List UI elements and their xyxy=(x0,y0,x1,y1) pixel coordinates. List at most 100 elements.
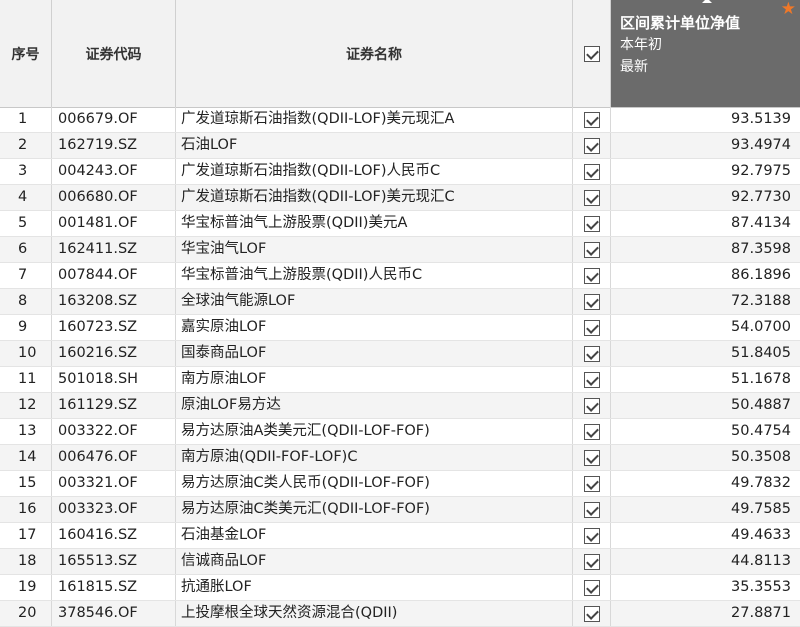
row-select-cell[interactable] xyxy=(573,523,611,548)
row-index[interactable]: 17 xyxy=(0,523,52,548)
row-value[interactable]: 92.7730 xyxy=(611,185,800,210)
checkbox-icon[interactable] xyxy=(583,111,600,128)
row-index[interactable]: 11 xyxy=(0,367,52,392)
checkbox-icon[interactable] xyxy=(583,345,600,362)
header-code[interactable]: 证券代码 xyxy=(52,0,176,107)
row-code[interactable]: 160216.SZ xyxy=(52,341,176,366)
checkbox-icon[interactable] xyxy=(583,371,600,388)
table-row[interactable]: 13 003322.OF 易方达原油A类美元汇(QDII-LOF-FOF) 50.47… xyxy=(0,419,800,445)
row-index[interactable]: 15 xyxy=(0,471,52,496)
row-value[interactable]: 86.1896 xyxy=(611,263,800,288)
row-index[interactable]: 20 xyxy=(0,601,52,626)
row-index[interactable]: 6 xyxy=(0,237,52,262)
row-code[interactable]: 006679.OF xyxy=(52,107,176,132)
row-index[interactable]: 7 xyxy=(0,263,52,288)
checkbox-icon[interactable] xyxy=(583,553,600,570)
table-row[interactable]: 19 161815.SZ 抗通胀LOF 35.3553 xyxy=(0,575,800,601)
row-value[interactable]: 72.3188 xyxy=(611,289,800,314)
checkbox-icon[interactable] xyxy=(583,45,600,62)
row-name[interactable]: 嘉实原油LOF xyxy=(176,315,573,340)
row-value[interactable]: 49.4633 xyxy=(611,523,800,548)
row-index[interactable]: 13 xyxy=(0,419,52,444)
row-index[interactable]: 19 xyxy=(0,575,52,600)
row-code[interactable]: 007844.OF xyxy=(52,263,176,288)
row-code[interactable]: 160723.SZ xyxy=(52,315,176,340)
checkbox-icon[interactable] xyxy=(583,319,600,336)
checkbox-icon[interactable] xyxy=(583,397,600,414)
row-value[interactable]: 51.8405 xyxy=(611,341,800,366)
checkbox-icon[interactable] xyxy=(583,527,600,544)
row-index[interactable]: 16 xyxy=(0,497,52,522)
row-index[interactable]: 4 xyxy=(0,185,52,210)
row-code[interactable]: 003323.OF xyxy=(52,497,176,522)
table-row[interactable]: 17 160416.SZ 石油基金LOF 49.4633 xyxy=(0,523,800,549)
row-code[interactable]: 006680.OF xyxy=(52,185,176,210)
row-name[interactable]: 广发道琼斯石油指数(QDII-LOF)人民币C xyxy=(176,159,573,184)
row-code[interactable]: 162411.SZ xyxy=(52,237,176,262)
star-icon[interactable]: ★ xyxy=(781,1,796,18)
row-select-cell[interactable] xyxy=(573,237,611,262)
table-row[interactable]: 9 160723.SZ 嘉实原油LOF 54.0700 xyxy=(0,315,800,341)
row-name[interactable]: 石油LOF xyxy=(176,133,573,158)
row-name[interactable]: 易方达原油C类美元汇(QDII-LOF-FOF) xyxy=(176,497,573,522)
row-code[interactable]: 162719.SZ xyxy=(52,133,176,158)
checkbox-icon[interactable] xyxy=(583,241,600,258)
table-row[interactable]: 11 501018.SH 南方原油LOF 51.1678 xyxy=(0,367,800,393)
row-name[interactable]: 易方达原油A类美元汇(QDII-LOF-FOF) xyxy=(176,419,573,444)
row-value[interactable]: 93.4974 xyxy=(611,133,800,158)
table-row[interactable]: 2 162719.SZ 石油LOF 93.4974 xyxy=(0,133,800,159)
row-value[interactable]: 44.8113 xyxy=(611,549,800,574)
row-name[interactable]: 全球油气能源LOF xyxy=(176,289,573,314)
checkbox-icon[interactable] xyxy=(583,163,600,180)
table-row[interactable]: 8 163208.SZ 全球油气能源LOF 72.3188 xyxy=(0,289,800,315)
table-row[interactable]: 5 001481.OF 华宝标普油气上游股票(QDII)美元A 87.4134 xyxy=(0,211,800,237)
checkbox-icon[interactable] xyxy=(583,189,600,206)
row-select-cell[interactable] xyxy=(573,445,611,470)
row-select-cell[interactable] xyxy=(573,393,611,418)
row-name[interactable]: 抗通胀LOF xyxy=(176,575,573,600)
checkbox-icon[interactable] xyxy=(583,423,600,440)
row-value[interactable]: 93.5139 xyxy=(611,107,800,132)
row-name[interactable]: 原油LOF易方达 xyxy=(176,393,573,418)
row-select-cell[interactable] xyxy=(573,367,611,392)
row-index[interactable]: 18 xyxy=(0,549,52,574)
row-value[interactable]: 87.3598 xyxy=(611,237,800,262)
row-select-cell[interactable] xyxy=(573,497,611,522)
row-index[interactable]: 2 xyxy=(0,133,52,158)
row-select-cell[interactable] xyxy=(573,289,611,314)
row-value[interactable]: 27.8871 xyxy=(611,601,800,626)
row-code[interactable]: 165513.SZ xyxy=(52,549,176,574)
row-name[interactable]: 华宝标普油气上游股票(QDII)人民币C xyxy=(176,263,573,288)
row-name[interactable]: 石油基金LOF xyxy=(176,523,573,548)
row-name[interactable]: 上投摩根全球天然资源混合(QDII) xyxy=(176,601,573,626)
row-name[interactable]: 广发道琼斯石油指数(QDII-LOF)美元现汇C xyxy=(176,185,573,210)
table-row[interactable]: 20 378546.OF 上投摩根全球天然资源混合(QDII) 27.8871 xyxy=(0,601,800,627)
row-index[interactable]: 10 xyxy=(0,341,52,366)
row-code[interactable]: 006476.OF xyxy=(52,445,176,470)
header-name[interactable]: 证券名称 xyxy=(176,0,573,107)
row-value[interactable]: 50.3508 xyxy=(611,445,800,470)
row-select-cell[interactable] xyxy=(573,159,611,184)
row-select-cell[interactable] xyxy=(573,549,611,574)
table-row[interactable]: 6 162411.SZ 华宝油气LOF 87.3598 xyxy=(0,237,800,263)
row-select-cell[interactable] xyxy=(573,471,611,496)
table-row[interactable]: 1 006679.OF 广发道琼斯石油指数(QDII-LOF)美元现汇A 93.513… xyxy=(0,107,800,133)
row-select-cell[interactable] xyxy=(573,185,611,210)
row-select-cell[interactable] xyxy=(573,263,611,288)
row-code[interactable]: 001481.OF xyxy=(52,211,176,236)
row-name[interactable]: 国泰商品LOF xyxy=(176,341,573,366)
row-name[interactable]: 南方原油(QDII-FOF-LOF)C xyxy=(176,445,573,470)
row-name[interactable]: 广发道琼斯石油指数(QDII-LOF)美元现汇A xyxy=(176,107,573,132)
checkbox-icon[interactable] xyxy=(583,605,600,622)
table-row[interactable]: 10 160216.SZ 国泰商品LOF 51.8405 xyxy=(0,341,800,367)
row-index[interactable]: 5 xyxy=(0,211,52,236)
table-row[interactable]: 18 165513.SZ 信诚商品LOF 44.8113 xyxy=(0,549,800,575)
checkbox-icon[interactable] xyxy=(583,215,600,232)
header-index[interactable]: 序号 xyxy=(0,0,52,107)
row-value[interactable]: 50.4887 xyxy=(611,393,800,418)
row-value[interactable]: 92.7975 xyxy=(611,159,800,184)
table-row[interactable]: 15 003321.OF 易方达原油C类人民币(QDII-LOF-FOF) 49.78… xyxy=(0,471,800,497)
table-row[interactable]: 12 161129.SZ 原油LOF易方达 50.4887 xyxy=(0,393,800,419)
header-value-selected[interactable]: ★ 区间累计单位净值 本年初 最新 xyxy=(611,0,800,107)
checkbox-icon[interactable] xyxy=(583,293,600,310)
